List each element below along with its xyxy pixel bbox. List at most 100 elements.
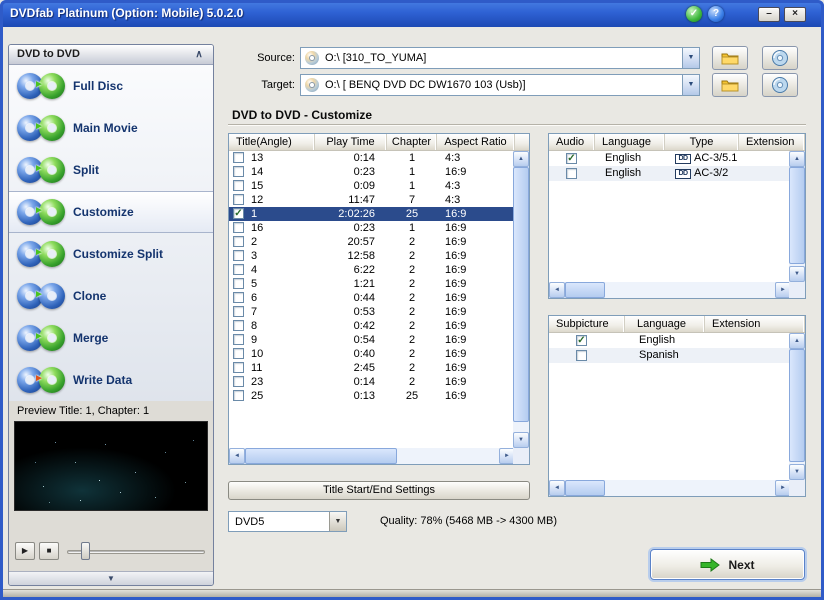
checkbox[interactable]	[233, 152, 244, 163]
minimize-button[interactable]: –	[758, 7, 780, 22]
sidebar-item-split[interactable]: ► Split	[9, 149, 213, 191]
horizontal-scrollbar[interactable]: ◄ ►	[549, 480, 791, 496]
scrollbar-thumb[interactable]	[565, 480, 605, 496]
sidebar-item-clone[interactable]: ► Clone	[9, 275, 213, 317]
seek-slider-thumb[interactable]	[81, 542, 90, 560]
checkbox[interactable]	[233, 180, 244, 191]
column-header-extension[interactable]: Extension	[739, 134, 805, 150]
checkbox[interactable]	[233, 362, 244, 373]
scroll-left-button[interactable]: ◄	[229, 448, 245, 464]
scroll-left-button[interactable]: ◄	[549, 282, 565, 298]
checkbox[interactable]	[233, 194, 244, 205]
checkbox[interactable]	[233, 264, 244, 275]
column-header-title-angle[interactable]: Title(Angle)	[229, 134, 315, 150]
title-row[interactable]: 14 0:23 1 16:9	[229, 165, 513, 179]
sidebar-item-main-movie[interactable]: ► Main Movie	[9, 107, 213, 149]
sidebar-item-customize[interactable]: ► Customize	[9, 191, 213, 233]
title-row[interactable]: 9 0:54 2 16:9	[229, 333, 513, 347]
vertical-scrollbar[interactable]: ▲ ▼	[513, 151, 529, 448]
checkbox[interactable]: ✓	[566, 153, 577, 164]
checkbox[interactable]	[233, 348, 244, 359]
checkbox[interactable]	[233, 236, 244, 247]
checkbox[interactable]	[576, 350, 587, 361]
scroll-down-button[interactable]: ▼	[789, 464, 805, 480]
checkbox[interactable]	[233, 306, 244, 317]
source-dropdown-button[interactable]: ▼	[682, 48, 699, 68]
disc-size-combo[interactable]: DVD5 ▼	[228, 511, 347, 532]
column-header-language[interactable]: Language	[625, 316, 705, 332]
target-open-disc-button[interactable]	[762, 73, 798, 97]
title-row[interactable]: 7 0:53 2 16:9	[229, 305, 513, 319]
scroll-up-button[interactable]: ▲	[789, 333, 805, 349]
help-icon[interactable]: ?	[708, 6, 724, 22]
scroll-down-button[interactable]: ▼	[513, 432, 529, 448]
checkbox[interactable]	[233, 390, 244, 401]
column-header-audio[interactable]: Audio	[549, 134, 595, 150]
title-row[interactable]: 11 2:45 2 16:9	[229, 361, 513, 375]
column-header-play-time[interactable]: Play Time	[315, 134, 387, 150]
title-row[interactable]: 12 11:47 7 4:3	[229, 193, 513, 207]
column-header-aspect-ratio[interactable]: Aspect Ratio	[437, 134, 515, 150]
horizontal-scrollbar[interactable]: ◄ ►	[549, 282, 791, 298]
close-button[interactable]: ×	[784, 7, 806, 22]
sidebar-item-full-disc[interactable]: ► Full Disc	[9, 65, 213, 107]
audio-row[interactable]: ✓ English DD AC-3/5.1	[549, 151, 789, 166]
sidebar-item-write-data[interactable]: ► Write Data	[9, 359, 213, 401]
title-row[interactable]: 23 0:14 2 16:9	[229, 375, 513, 389]
sidebar-item-customize-split[interactable]: ► Customize Split	[9, 233, 213, 275]
checkbox[interactable]	[566, 168, 577, 179]
checkbox[interactable]	[233, 278, 244, 289]
title-row[interactable]: 5 1:21 2 16:9	[229, 277, 513, 291]
title-row[interactable]: 15 0:09 1 4:3	[229, 179, 513, 193]
next-button[interactable]: Next	[650, 549, 805, 580]
title-row[interactable]: 10 0:40 2 16:9	[229, 347, 513, 361]
scrollbar-thumb[interactable]	[245, 448, 397, 464]
title-row[interactable]: 25 0:13 25 16:9	[229, 389, 513, 403]
source-browse-folder-button[interactable]	[712, 46, 748, 70]
subpicture-row[interactable]: Spanish	[549, 348, 789, 363]
checkbox[interactable]: ✓	[576, 335, 587, 346]
collapse-preview-button[interactable]: ▼	[9, 571, 213, 585]
checkbox[interactable]	[233, 292, 244, 303]
vertical-scrollbar[interactable]: ▲ ▼	[789, 151, 805, 282]
scrollbar-thumb[interactable]	[789, 349, 805, 462]
title-row[interactable]: 8 0:42 2 16:9	[229, 319, 513, 333]
scroll-up-button[interactable]: ▲	[513, 151, 529, 167]
vertical-scrollbar[interactable]: ▲ ▼	[789, 333, 805, 480]
checkbox[interactable]	[233, 222, 244, 233]
collapse-sidebar-button[interactable]: ∧	[191, 47, 207, 62]
checkbox[interactable]	[233, 166, 244, 177]
checkbox[interactable]	[233, 334, 244, 345]
title-row[interactable]: ✓ 1 2:02:26 25 16:9	[229, 207, 513, 221]
stop-button[interactable]: ■	[39, 542, 59, 560]
title-row[interactable]: 4 6:22 2 16:9	[229, 263, 513, 277]
subpicture-row[interactable]: ✓ English	[549, 333, 789, 348]
checkbox[interactable]	[233, 376, 244, 387]
title-row[interactable]: 13 0:14 1 4:3	[229, 151, 513, 165]
checkbox[interactable]	[233, 250, 244, 261]
sidebar-item-merge[interactable]: ► Merge	[9, 317, 213, 359]
target-browse-folder-button[interactable]	[712, 73, 748, 97]
column-header-language[interactable]: Language	[595, 134, 665, 150]
audio-row[interactable]: English DD AC-3/2	[549, 166, 789, 181]
title-start-end-settings-button[interactable]: Title Start/End Settings	[228, 481, 530, 500]
scroll-down-button[interactable]: ▼	[789, 266, 805, 282]
target-combo[interactable]: O:\ [ BENQ DVD DC DW1670 103 (Usb)] ▼	[300, 74, 700, 96]
title-row[interactable]: 3 12:58 2 16:9	[229, 249, 513, 263]
disc-size-dropdown-button[interactable]: ▼	[329, 512, 346, 531]
column-header-chapter[interactable]: Chapter	[387, 134, 437, 150]
target-dropdown-button[interactable]: ▼	[682, 75, 699, 95]
scrollbar-thumb[interactable]	[565, 282, 605, 298]
scroll-left-button[interactable]: ◄	[549, 480, 565, 496]
title-row[interactable]: 6 0:44 2 16:9	[229, 291, 513, 305]
title-row[interactable]: 2 20:57 2 16:9	[229, 235, 513, 249]
title-row[interactable]: 16 0:23 1 16:9	[229, 221, 513, 235]
play-button[interactable]: ▶	[15, 542, 35, 560]
scrollbar-thumb[interactable]	[513, 167, 529, 422]
horizontal-scrollbar[interactable]: ◄ ►	[229, 448, 515, 464]
update-check-icon[interactable]: ✓	[686, 6, 702, 22]
column-header-subpicture[interactable]: Subpicture	[549, 316, 625, 332]
scrollbar-thumb[interactable]	[789, 167, 805, 264]
source-open-disc-button[interactable]	[762, 46, 798, 70]
column-header-extension[interactable]: Extension	[705, 316, 805, 332]
